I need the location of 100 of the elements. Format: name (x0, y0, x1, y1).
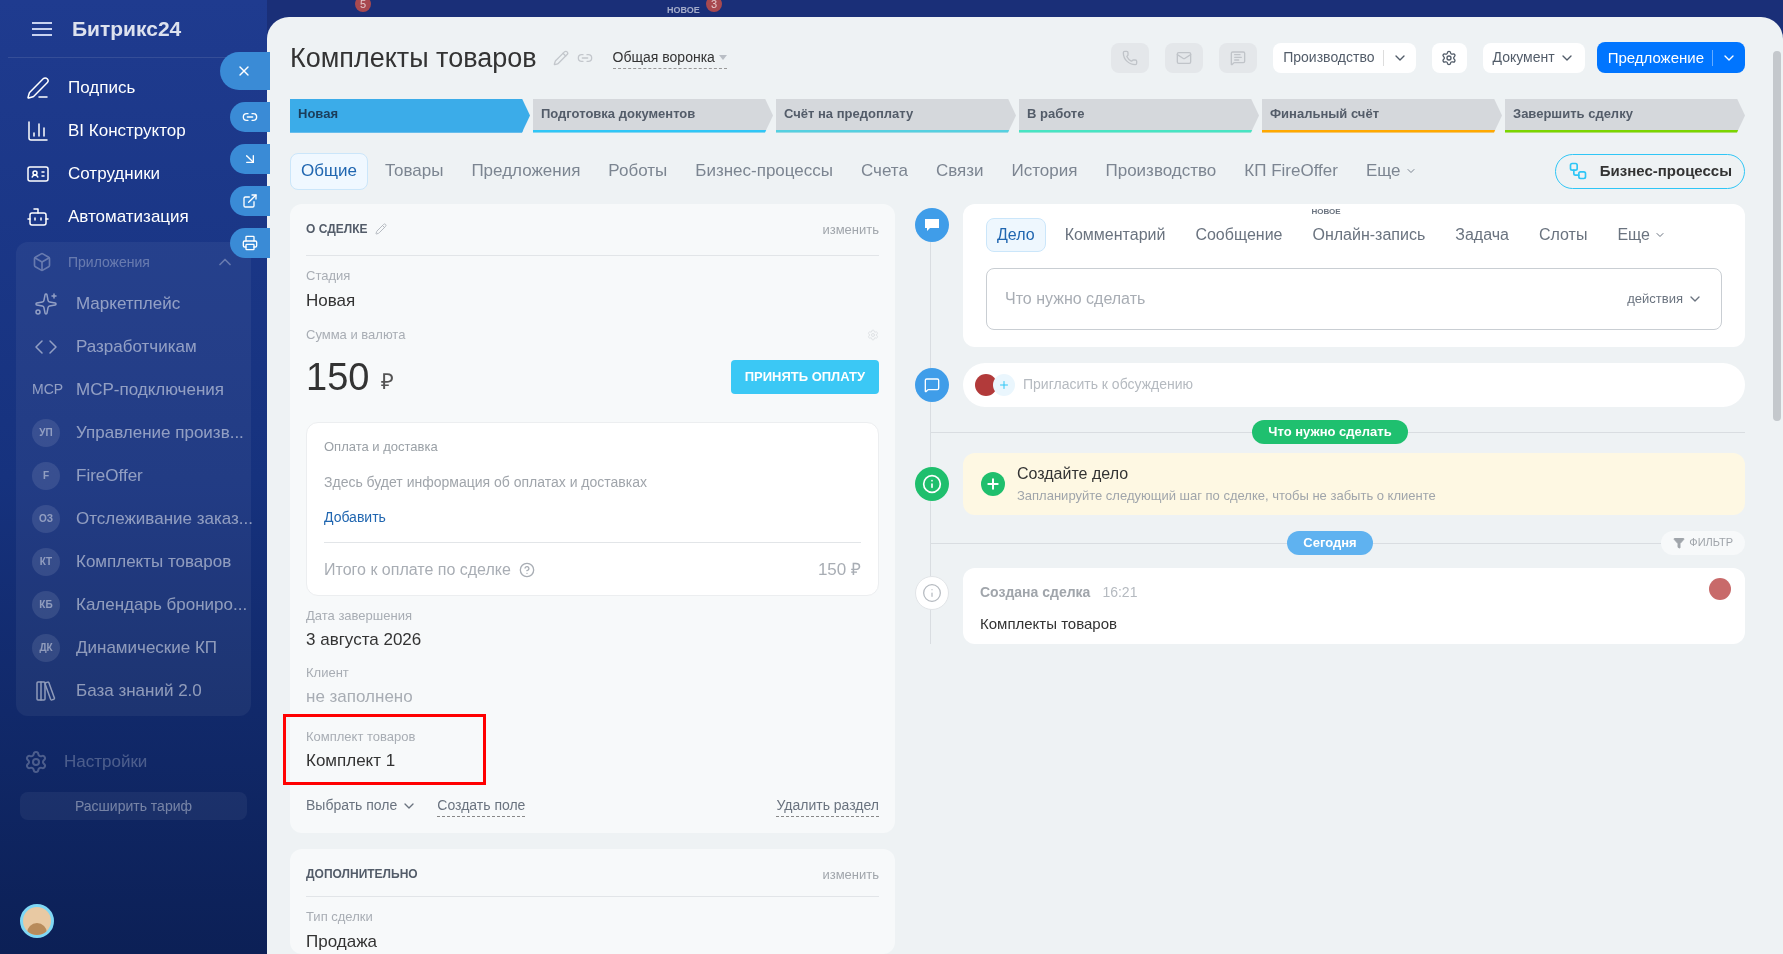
info-text: Здесь будет информация об оплатах и доставках (324, 473, 648, 492)
edit-icon[interactable] (552, 49, 569, 66)
pipeline-dropdown[interactable]: Общая воронка (612, 46, 727, 69)
edit-icon[interactable] (375, 223, 388, 236)
production-button[interactable]: Производство (1273, 42, 1416, 73)
currency-sign: ₽ (381, 367, 395, 396)
field-value: не заполнено (306, 686, 413, 708)
tab[interactable]: Товары (373, 152, 455, 190)
tab[interactable]: Предложения (460, 152, 592, 190)
activity-tab[interactable]: Еще (1606, 217, 1677, 252)
select-field-dropdown[interactable]: Выбрать поле (306, 795, 418, 816)
external-link-icon (242, 193, 258, 209)
close-button[interactable] (220, 52, 270, 90)
initials-badge: УП (32, 418, 60, 447)
card-title: Создайте дело (1017, 463, 1130, 484)
activity-tab[interactable]: Комментарий (1053, 217, 1177, 252)
field-value: Продажа (306, 930, 377, 953)
print-button[interactable] (230, 228, 270, 258)
tab[interactable]: Роботы (597, 152, 679, 190)
initials-badge: F (32, 461, 60, 490)
menu-item[interactable]: Сотрудники (0, 152, 169, 195)
cube-icon (32, 252, 52, 272)
activity-tab[interactable]: Задача (1444, 217, 1520, 252)
field-label: Тип сделки (306, 908, 373, 926)
initials-badge: КБ (32, 590, 60, 619)
menu-icon[interactable] (32, 20, 52, 37)
event-title: Создана сделка (980, 582, 1091, 602)
call-button[interactable] (1111, 42, 1150, 73)
chat-button[interactable] (1219, 42, 1258, 73)
tab[interactable]: История (1000, 152, 1089, 190)
upgrade-button[interactable]: Расширить тариф (20, 792, 247, 820)
field-label: Дата завершения (306, 606, 412, 625)
field-label: Клиент (306, 663, 349, 682)
initials-badge: ДК (32, 633, 60, 662)
tab[interactable]: Еще (1354, 152, 1428, 190)
workflow-icon (1567, 161, 1588, 181)
activity-tab[interactable]: Онлайн-запись (1301, 217, 1437, 252)
stage-step[interactable]: В работе (1019, 98, 1259, 133)
field-value: Новая (306, 289, 356, 312)
date-pill: Сегодня (1287, 530, 1373, 555)
todo-input[interactable]: Что нужно сделать действия (986, 267, 1722, 330)
email-button[interactable] (1165, 42, 1204, 73)
field-label: Сумма и валюта (306, 326, 406, 344)
new-label: НОВОЕ (667, 4, 700, 17)
activity-tab[interactable]: Слоты (1527, 217, 1599, 252)
add-user-icon[interactable] (993, 373, 1015, 396)
collapse-button[interactable] (230, 144, 270, 174)
add-link[interactable]: Добавить (324, 507, 386, 528)
card-text: Запланируйте следующий шаг по сделке, чтобы не забыть о клиенте (1017, 486, 1436, 505)
menu-item[interactable]: BI Конструктор (0, 109, 194, 152)
filter-icon (1673, 536, 1686, 549)
menu-item[interactable]: Автоматизация (0, 195, 197, 238)
initials-badge: КТ (32, 547, 60, 576)
tab[interactable]: КП FireOffer (1233, 152, 1349, 190)
counter-badge: 5 (355, 0, 371, 12)
new-label: НОВОЕ (1311, 205, 1341, 218)
open-button[interactable] (230, 186, 270, 216)
edit-link[interactable]: изменить (822, 219, 879, 239)
settings-button[interactable] (1431, 42, 1467, 73)
tab[interactable]: Общие (290, 152, 368, 190)
activity-tab[interactable]: Сообщение (1184, 217, 1294, 252)
total-value: 150 ₽ (817, 559, 861, 581)
event-time: 16:21 (1102, 582, 1138, 602)
user-avatar (975, 373, 997, 396)
menu-item[interactable]: Подпись (0, 66, 144, 109)
tab[interactable]: Производство (1094, 152, 1228, 190)
print-icon (242, 235, 258, 251)
document-button[interactable]: Документ (1482, 42, 1585, 73)
avatar[interactable] (20, 904, 54, 938)
tab[interactable]: Связи (924, 152, 995, 190)
initials-badge: ОЗ (32, 504, 60, 533)
create-field-link[interactable]: Создать поле (437, 794, 526, 817)
logo-text: Битрикс24 (72, 15, 182, 42)
settings-icon (1441, 49, 1457, 66)
stage-step[interactable]: Счёт на предоплату (776, 98, 1016, 133)
tab[interactable]: Счета (850, 152, 919, 190)
edit-link[interactable]: изменить (822, 864, 879, 884)
settings-icon (24, 750, 48, 774)
total-label: Итого к оплате по сделке (324, 559, 511, 580)
filter-button[interactable]: ФИЛЬТР (1661, 530, 1745, 555)
stage-step[interactable]: Подготовка документов (533, 98, 773, 133)
comment-icon (915, 367, 949, 402)
activity-tab[interactable]: Дело (986, 217, 1046, 252)
stage-step[interactable]: Завершить сделку (1505, 98, 1745, 133)
pen-icon (26, 75, 50, 100)
copy-link-button[interactable] (230, 102, 270, 132)
actions-dropdown[interactable]: действия (1627, 288, 1703, 309)
primary-button[interactable]: Предложение (1596, 42, 1745, 74)
add-icon[interactable] (981, 471, 1005, 496)
help-icon[interactable] (518, 561, 535, 578)
user-avatar (1709, 577, 1731, 600)
stage-step[interactable]: Новая (290, 98, 530, 133)
section-title: ДОПОЛНИТЕЛЬНО (306, 866, 418, 884)
stage-step[interactable]: Финальный счёт (1262, 98, 1502, 133)
delete-section-link[interactable]: Удалить раздел (776, 794, 879, 817)
tab[interactable]: Бизнес-процессы (684, 152, 845, 190)
chat-icon (1230, 49, 1247, 66)
books-icon (34, 678, 58, 703)
section-pill: Что нужно сделать (1252, 419, 1408, 444)
scrollbar[interactable] (1773, 51, 1781, 421)
